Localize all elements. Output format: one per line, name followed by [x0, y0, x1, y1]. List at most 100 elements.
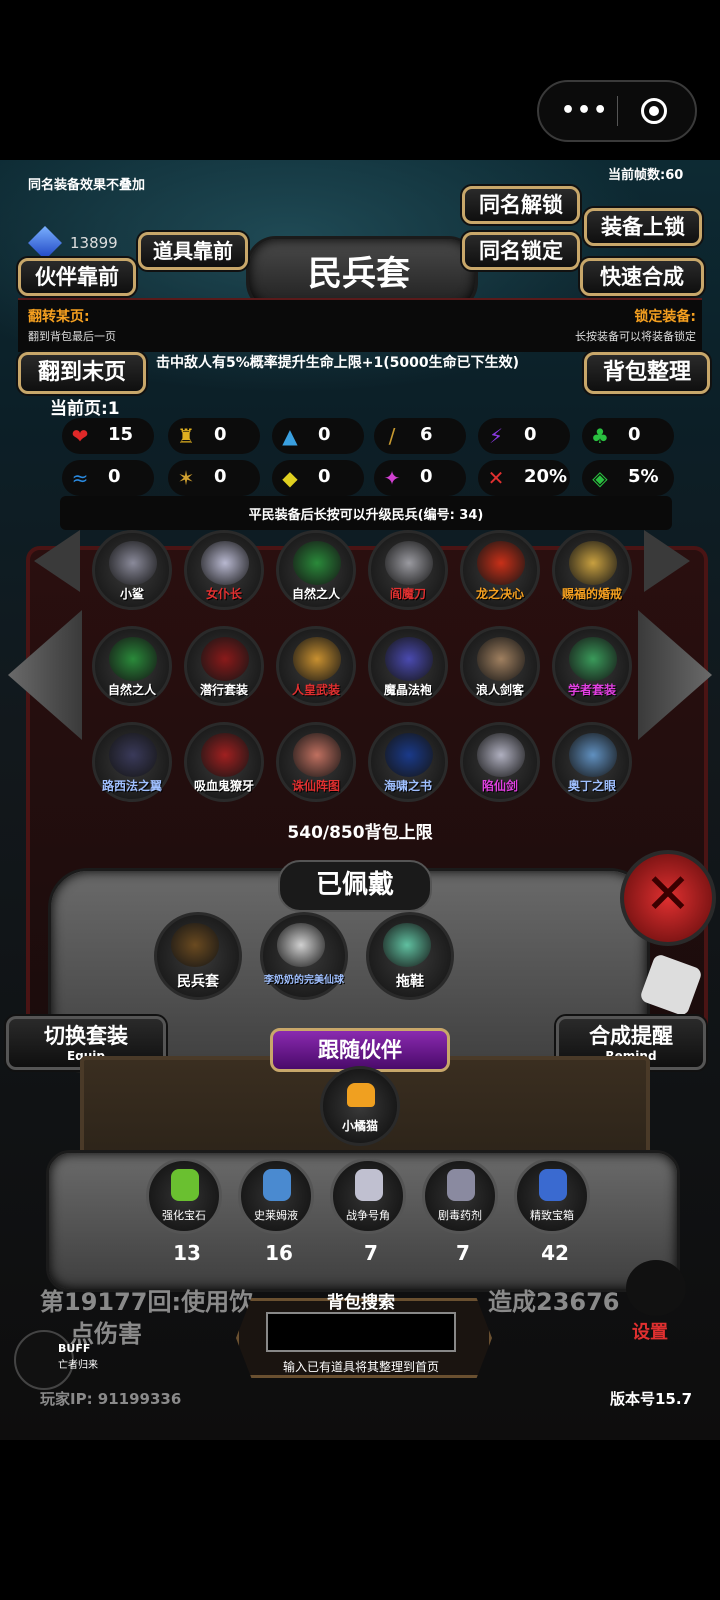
item-name: 吸血鬼獠牙: [193, 779, 254, 793]
bag-item-slot[interactable]: 龙之决心: [460, 530, 540, 610]
goto-last-page-button[interactable]: 翻到末页: [18, 352, 146, 394]
item-name: 海啸之书: [383, 779, 432, 793]
consumable-slot[interactable]: 精致宝箱 42: [514, 1158, 590, 1265]
clover-icon: ♣: [591, 424, 609, 448]
stat-value: 0: [420, 466, 433, 487]
consumable-art-icon: [355, 1169, 383, 1201]
consumable-name: 史莱姆液: [254, 1209, 298, 1222]
search-label: 背包搜索: [327, 1293, 395, 1313]
item-name: 人皇武装: [291, 683, 340, 697]
crit-icon: ✶: [177, 466, 195, 490]
item-name: 女仆长: [205, 587, 242, 601]
search-input[interactable]: [266, 1312, 456, 1352]
items-front-button[interactable]: 道具靠前: [138, 232, 248, 270]
equipped-item-slot[interactable]: 拖鞋: [366, 912, 454, 1000]
item-name: 拖鞋: [396, 974, 424, 990]
bag-item-slot[interactable]: 自然之人: [92, 626, 172, 706]
bag-item-slot[interactable]: 奥丁之眼: [552, 722, 632, 802]
bag-item-slot[interactable]: 小鲨: [92, 530, 172, 610]
item-name: 陷仙剑: [481, 779, 518, 793]
item-name: 路西法之翼: [101, 779, 162, 793]
lock-equipment-button[interactable]: 装备上锁: [584, 208, 702, 246]
item-name: 阎魔刀: [389, 587, 426, 601]
item-name: 浪人剑客: [475, 683, 524, 697]
stat-value: 0: [214, 466, 227, 487]
consumable-count: 42: [541, 1241, 569, 1265]
consumable-name: 强化宝石: [162, 1209, 206, 1222]
cat-icon: [347, 1083, 375, 1107]
consumable-name: 精致宝箱: [530, 1209, 574, 1222]
battle-log-right: 造成23676: [488, 1288, 620, 1316]
set-title: 民兵套: [308, 254, 410, 294]
item-art-icon: [293, 637, 341, 681]
item-art-icon: [277, 923, 325, 967]
sword-icon: /: [388, 424, 396, 448]
bag-item-slot[interactable]: 诛仙阵图: [276, 722, 356, 802]
item-art-icon: [477, 637, 525, 681]
damage-up-icon: ✕: [487, 466, 505, 490]
partner-front-button[interactable]: 伙伴靠前: [18, 258, 136, 296]
bag-sort-button[interactable]: 背包整理: [584, 352, 710, 394]
quick-merge-button[interactable]: 快速合成: [580, 258, 704, 296]
stat-value: 0: [214, 424, 227, 445]
close-miniprogram-icon[interactable]: [641, 98, 667, 124]
more-menu-icon[interactable]: •••: [561, 100, 609, 122]
consumable-slot[interactable]: 剧毒药剂 7: [422, 1158, 498, 1265]
consumable-slot[interactable]: 强化宝石 13: [146, 1158, 222, 1265]
stat-value: 5%: [628, 466, 659, 487]
item-art-icon: [293, 541, 341, 585]
equipped-item-slot[interactable]: 李奶奶的完美仙球: [260, 912, 348, 1000]
stat-sword: /6: [374, 418, 466, 454]
partner-name: 小橘猫: [341, 1119, 378, 1133]
bag-item-slot[interactable]: 魔晶法袍: [368, 626, 448, 706]
bag-item-slot[interactable]: 自然之人: [276, 530, 356, 610]
item-name: 李奶奶的完美仙球: [264, 975, 344, 986]
item-art-icon: [201, 637, 249, 681]
gem-count: 13899: [70, 234, 118, 252]
unlock-same-name-button[interactable]: 同名解锁: [462, 186, 580, 224]
stat-value: 0: [318, 424, 331, 445]
partner-slot[interactable]: 小橘猫: [320, 1066, 400, 1146]
current-page: 当前页:1: [50, 399, 120, 419]
invincible-icon: ✦: [383, 466, 401, 490]
consumable-slot[interactable]: 史莱姆液 16: [238, 1158, 314, 1265]
lock-same-name-button[interactable]: 同名锁定: [462, 232, 580, 270]
stat-shoe: ▲ 0: [272, 418, 364, 454]
close-button[interactable]: ✕: [620, 850, 716, 946]
bag-item-slot[interactable]: 路西法之翼: [92, 722, 172, 802]
equipped-item-slot[interactable]: 民兵套: [154, 912, 242, 1000]
stat-value: 6: [420, 424, 433, 445]
stat-value: 0: [318, 466, 331, 487]
bag-item-slot[interactable]: 赐福的婚戒: [552, 530, 632, 610]
lightning-icon: ⚡: [488, 424, 504, 448]
consumable-name: 剧毒药剂: [438, 1209, 482, 1222]
bag-item-slot[interactable]: 吸血鬼獠牙: [184, 722, 264, 802]
search-hint: 输入已有道具将其整理到首页: [282, 1360, 439, 1374]
settings-label[interactable]: 设置: [632, 1318, 668, 1344]
item-art-icon: [171, 923, 219, 967]
bag-item-slot[interactable]: 浪人剑客: [460, 626, 540, 706]
bag-item-slot[interactable]: 阎魔刀: [368, 530, 448, 610]
item-name: 潜行套装: [199, 683, 248, 697]
buff-label: BUFF: [58, 1342, 91, 1355]
item-art-icon: [569, 541, 617, 585]
bag-item-slot[interactable]: 潜行套装: [184, 626, 264, 706]
stat-clover: ♣ 0: [582, 418, 674, 454]
settings-gear-icon[interactable]: [626, 1260, 686, 1316]
stat-value: 15: [108, 424, 134, 445]
bag-item-slot[interactable]: 女仆长: [184, 530, 264, 610]
equipped-title: 已佩戴: [278, 860, 432, 912]
consumable-slot[interactable]: 战争号角 7: [330, 1158, 406, 1265]
consumable-name: 战争号角: [346, 1209, 390, 1222]
bag-item-slot[interactable]: 海啸之书: [368, 722, 448, 802]
stat-heart: ❤ 15: [62, 418, 154, 454]
bag-item-slot[interactable]: 人皇武装: [276, 626, 356, 706]
shoe-icon: ▲: [282, 424, 298, 448]
item-art-icon: [385, 733, 433, 777]
item-art-icon: [201, 733, 249, 777]
bag-item-slot[interactable]: 学者套装: [552, 626, 632, 706]
bag-item-slot[interactable]: 陷仙剑: [460, 722, 540, 802]
block-icon: ◆: [282, 466, 298, 490]
item-name: 奥丁之眼: [567, 779, 616, 793]
stat-value: 0: [628, 424, 641, 445]
